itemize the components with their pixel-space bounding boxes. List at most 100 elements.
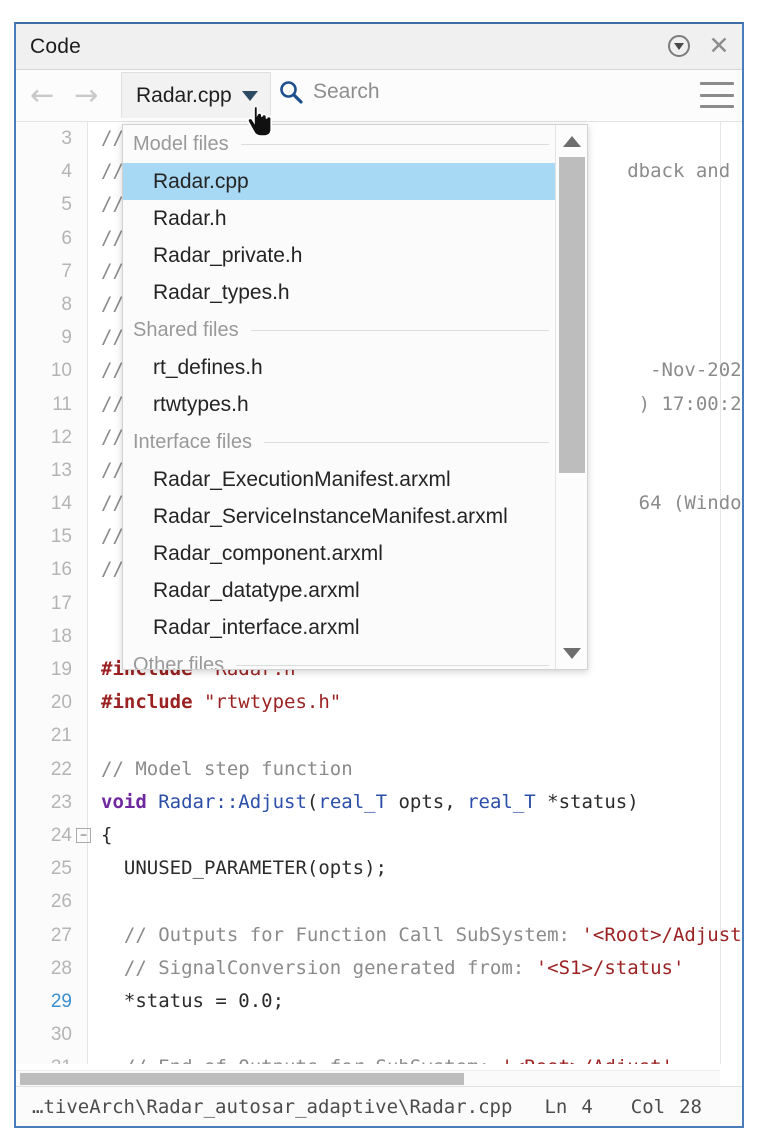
code-text: *status = 0.0;	[101, 985, 720, 1018]
line-number: 4	[16, 155, 72, 188]
group-divider	[251, 330, 549, 331]
line-number: 31	[16, 1051, 72, 1064]
window-title: Code	[30, 35, 81, 59]
file-group-label: Other files	[133, 654, 224, 671]
file-list-item[interactable]: rt_defines.h	[123, 349, 557, 386]
code-line: 31 // End of Outputs for SubSystem: '<Ro…	[16, 1051, 720, 1064]
code-text: void Radar::Adjust(real_T opts, real_T *…	[101, 786, 720, 819]
code-text: {	[101, 819, 720, 852]
file-list: Model files Radar.cppRadar.hRadar_private…	[123, 125, 557, 669]
file-list-item[interactable]: Radar.h	[123, 200, 557, 237]
line-number: 8	[16, 288, 72, 321]
line-number: 26	[16, 885, 72, 918]
code-text: // End of Outputs for SubSystem: '<Root>…	[101, 1051, 720, 1064]
line-number: 14	[16, 487, 72, 520]
caret-down-icon	[242, 91, 258, 101]
line-number: 24	[16, 819, 72, 852]
dropdown-scrollbar-thumb[interactable]	[559, 157, 585, 473]
line-number: 6	[16, 222, 72, 255]
line-number: 11	[16, 388, 72, 421]
collapse-panel-button[interactable]	[664, 31, 694, 61]
line-number: 30	[16, 1018, 72, 1051]
search-icon	[278, 79, 304, 105]
triangle-up-icon	[563, 136, 581, 147]
line-number: 19	[16, 653, 72, 686]
status-col-value: 28	[679, 1096, 702, 1118]
code-token: real_T	[467, 791, 536, 813]
file-list-item[interactable]: Radar_interface.arxml	[123, 609, 557, 646]
close-button[interactable]: ✕	[704, 31, 734, 61]
group-divider	[241, 144, 549, 145]
status-file-path: …tiveArch\Radar_autosar_adaptive\Radar.c…	[32, 1096, 512, 1118]
status-line-label: Ln	[544, 1096, 567, 1118]
scroll-down-button[interactable]	[556, 639, 587, 667]
file-list-item[interactable]: Radar_ServiceInstanceManifest.arxml	[123, 498, 557, 535]
close-icon: ✕	[709, 34, 730, 59]
line-number: 3	[16, 122, 72, 155]
code-line: 27 // Outputs for Function Call SubSyste…	[16, 919, 720, 952]
file-list-item[interactable]: rtwtypes.h	[123, 386, 557, 423]
screenshot-root: Code ✕ ← → Radar.cpp	[0, 0, 758, 1146]
line-number: 25	[16, 852, 72, 885]
line-number: 23	[16, 786, 72, 819]
line-number: 21	[16, 719, 72, 752]
search-input[interactable]: Search	[278, 79, 380, 105]
code-fold-toggle[interactable]: −	[76, 828, 91, 843]
code-text: UNUSED_PARAMETER(opts);	[101, 852, 720, 885]
code-token: opts,	[387, 791, 467, 813]
code-line: 28 // SignalConversion generated from: '…	[16, 952, 720, 985]
code-text: #include "rtwtypes.h"	[101, 686, 720, 719]
status-col-label: Col	[631, 1096, 665, 1118]
horizontal-scrollbar-thumb[interactable]	[20, 1073, 464, 1085]
code-text: // Model step function	[101, 753, 720, 786]
code-line: 30	[16, 1018, 720, 1051]
line-number: 18	[16, 620, 72, 653]
code-line: 26	[16, 885, 720, 918]
line-number: 29	[16, 985, 72, 1018]
forward-arrow-icon[interactable]: →	[74, 80, 98, 110]
line-number: 28	[16, 952, 72, 985]
status-bar: …tiveArch\Radar_autosar_adaptive\Radar.c…	[16, 1086, 742, 1126]
code-token: // Model step function	[101, 758, 353, 780]
hamburger-line	[700, 82, 734, 85]
code-line: 25 UNUSED_PARAMETER(opts);	[16, 852, 720, 885]
code-token: {	[101, 824, 112, 846]
line-number: 22	[16, 753, 72, 786]
line-number: 20	[16, 686, 72, 719]
file-group-label: Model files	[133, 133, 229, 156]
file-selector-dropdown[interactable]: Radar.cpp	[121, 72, 271, 118]
file-list-item[interactable]: Radar_types.h	[123, 274, 557, 311]
line-number: 27	[16, 919, 72, 952]
code-window: Code ✕ ← → Radar.cpp	[14, 22, 744, 1128]
hamburger-menu-icon[interactable]	[700, 82, 734, 108]
scroll-up-button[interactable]	[556, 127, 587, 155]
code-line: 20 #include "rtwtypes.h"	[16, 686, 720, 719]
code-line: 21	[16, 719, 720, 752]
code-token: // Outputs for Function Call SubSystem:	[101, 924, 581, 946]
code-token: #include	[101, 691, 204, 713]
code-token: '<Root>/Adjust'	[501, 1056, 673, 1064]
line-number: 10	[16, 354, 72, 387]
code-text: // SignalConversion generated from: '<S1…	[101, 952, 720, 985]
code-line: 23void Radar::Adjust(real_T opts, real_T…	[16, 786, 720, 819]
line-number: 9	[16, 321, 72, 354]
code-token: '<S1>/status'	[536, 957, 685, 979]
file-list-dropdown-popup[interactable]: Model files Radar.cppRadar.hRadar_private…	[122, 124, 588, 670]
file-list-item[interactable]: Radar_datatype.arxml	[123, 572, 557, 609]
line-number: 5	[16, 188, 72, 221]
code-token: (	[307, 791, 318, 813]
back-arrow-icon[interactable]: ←	[30, 80, 54, 110]
code-line: 29 *status = 0.0;	[16, 985, 720, 1018]
circle-chevron-down-icon	[668, 35, 690, 57]
horizontal-scrollbar[interactable]	[16, 1070, 720, 1086]
group-divider	[236, 665, 549, 666]
code-toolbar: ← → Radar.cpp Search	[16, 70, 742, 122]
file-list-item[interactable]: Radar_component.arxml	[123, 535, 557, 572]
file-selector-value: Radar.cpp	[136, 84, 232, 108]
dropdown-scrollbar[interactable]	[555, 125, 587, 669]
line-number: 12	[16, 421, 72, 454]
file-list-item[interactable]: Radar_ExecutionManifest.arxml	[123, 461, 557, 498]
file-group-header: Interface files	[123, 423, 557, 461]
file-list-item[interactable]: Radar.cpp	[123, 163, 557, 200]
file-list-item[interactable]: Radar_private.h	[123, 237, 557, 274]
